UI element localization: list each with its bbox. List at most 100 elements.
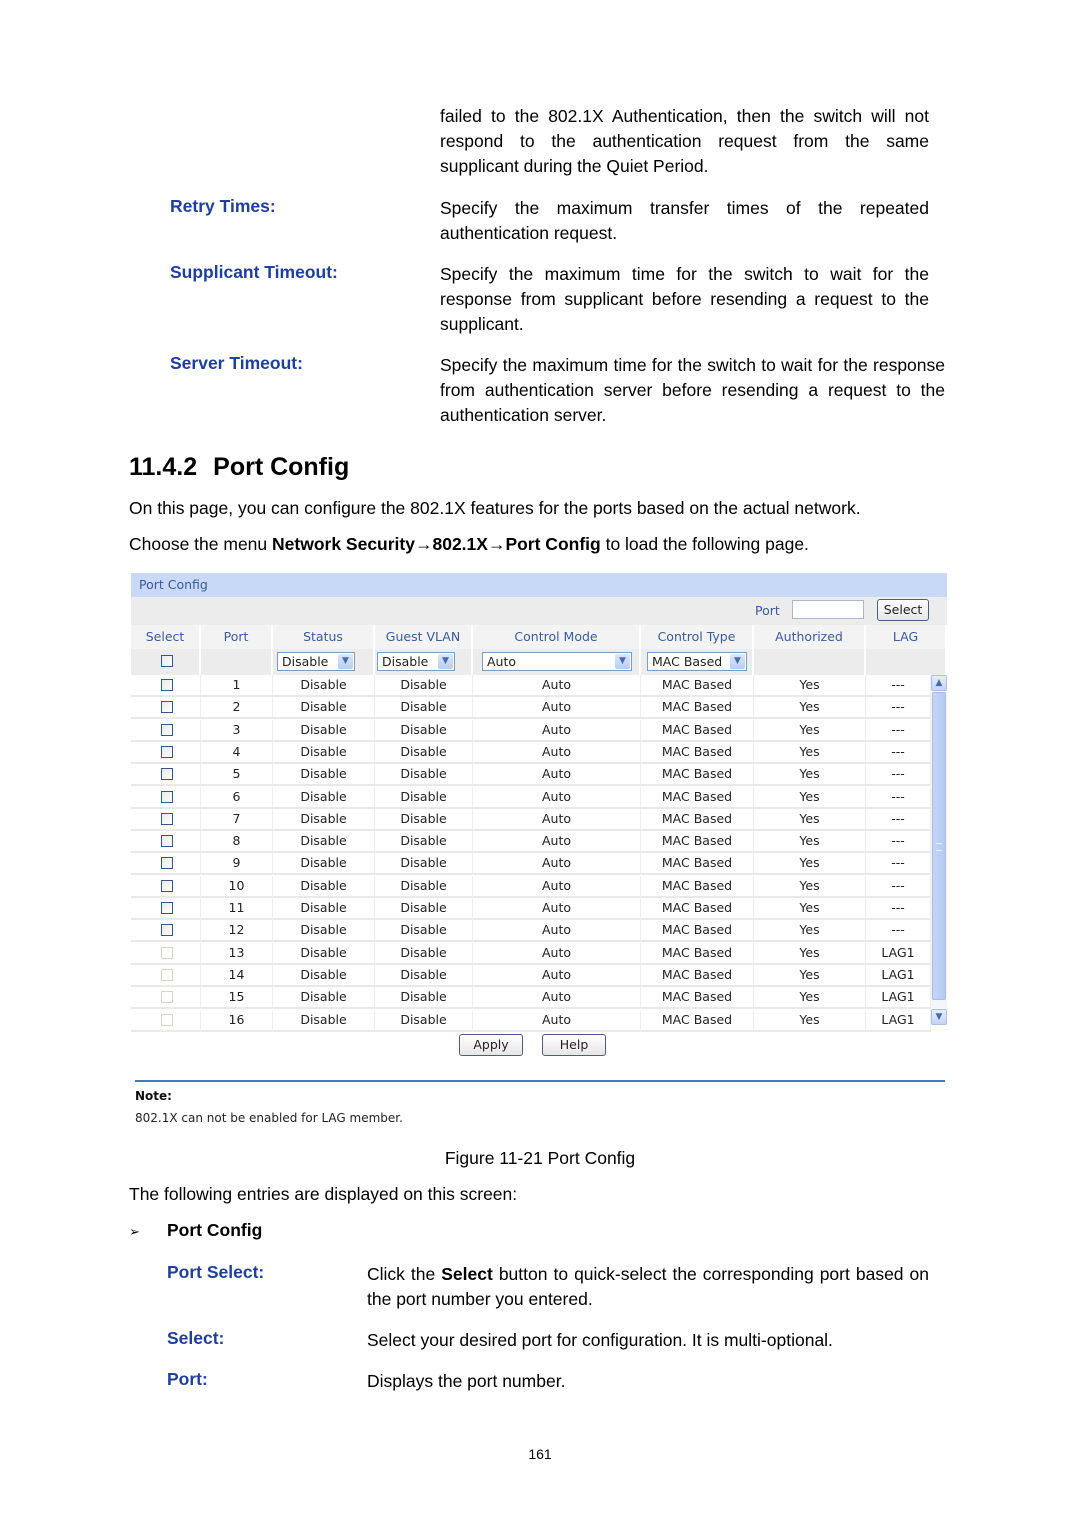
row-select-checkbox[interactable] — [161, 679, 173, 691]
authorized-cell: Yes — [754, 675, 866, 695]
table-row: 1 Disable Disable Auto MAC Based Yes --- — [131, 675, 931, 697]
row-select-checkbox — [161, 991, 173, 1004]
port-config-screenshot: Port Config Port Select Select Port Stat… — [131, 573, 947, 1133]
control-mode-dropdown[interactable]: Auto ▼ — [482, 652, 632, 671]
row-select-checkbox[interactable] — [161, 723, 173, 736]
status-cell: Disable — [273, 1009, 375, 1030]
panel-title: Port Config — [131, 573, 947, 597]
authorized-cell: Yes — [754, 741, 866, 762]
port-cell: 6 — [201, 786, 273, 807]
port-cell: 5 — [201, 764, 273, 785]
port-input[interactable] — [792, 600, 864, 619]
port-cell: 2 — [201, 697, 273, 718]
figure-caption: Figure 11-21 Port Config — [444, 1148, 636, 1168]
row-select-checkbox[interactable] — [161, 790, 173, 803]
col-header-status: Status — [273, 625, 375, 649]
table-row: 3 Disable Disable Auto MAC Based Yes --- — [131, 719, 931, 742]
row-select-checkbox[interactable] — [161, 835, 173, 848]
control-mode-cell: Auto — [473, 808, 641, 829]
status-cell: Disable — [273, 764, 375, 785]
port-cell: 11 — [201, 898, 273, 918]
table-row: 9 Disable Disable Auto MAC Based Yes --- — [131, 853, 931, 876]
row-select-checkbox[interactable] — [161, 857, 173, 870]
control-type-cell: MAC Based — [641, 987, 754, 1008]
section-number: 11.4.2 — [129, 453, 198, 481]
select-cell — [131, 898, 201, 918]
lag-cell: --- — [866, 675, 931, 695]
col-header-control-mode: Control Mode — [473, 625, 641, 649]
subsection-heading: ➢ Port Config — [129, 1218, 262, 1244]
lag-cell: LAG1 — [866, 1009, 931, 1030]
status-cell: Disable — [273, 920, 375, 941]
subsection-title: Port Config — [167, 1220, 263, 1240]
row-select-checkbox[interactable] — [161, 768, 173, 781]
port-cell: 14 — [201, 964, 273, 985]
row-select-checkbox[interactable] — [161, 745, 173, 758]
param-desc-supplicant-timeout: Specify the maximum time for the switch … — [440, 264, 929, 334]
control-mode-cell: Auto — [473, 853, 641, 874]
table-scrollbar[interactable]: ▲ ▼ — [931, 675, 947, 1025]
section-heading: 11.4.2 Port Config — [129, 453, 349, 482]
select-cell — [131, 786, 201, 807]
status-cell: Disable — [273, 898, 375, 918]
port-cell: 8 — [201, 831, 273, 852]
select-cell — [131, 942, 201, 963]
param-term-supplicant-timeout: Supplicant Timeout: — [170, 262, 338, 282]
guest-vlan-cell: Disable — [375, 1009, 473, 1030]
table-row: 6 Disable Disable Auto MAC Based Yes --- — [131, 786, 931, 809]
scroll-down-icon[interactable]: ▼ — [931, 1009, 947, 1025]
guest-vlan-dropdown[interactable]: Disable ▼ — [377, 652, 455, 671]
scroll-up-icon[interactable]: ▲ — [931, 675, 947, 691]
status-cell: Disable — [273, 987, 375, 1008]
table-row: 15 Disable Disable Auto MAC Based Yes LAG1 — [131, 987, 931, 1010]
help-button[interactable]: Help — [542, 1034, 606, 1056]
control-type-cell: MAC Based — [641, 764, 754, 785]
table-row: 13 Disable Disable Auto MAC Based Yes LAG1 — [131, 942, 931, 965]
lag-cell: --- — [866, 853, 931, 874]
status-cell: Disable — [273, 875, 375, 896]
row-select-checkbox — [161, 1013, 173, 1026]
row-select-checkbox[interactable] — [161, 812, 173, 825]
port-cell: 13 — [201, 942, 273, 963]
guest-vlan-cell: Disable — [375, 831, 473, 852]
row-select-checkbox[interactable] — [161, 701, 173, 714]
section-intro: On this page, you can configure the 802.… — [129, 498, 861, 518]
status-cell: Disable — [273, 831, 375, 852]
chevron-down-icon: ▼ — [338, 654, 353, 669]
col-header-guest-vlan: Guest VLAN — [375, 625, 473, 649]
control-mode-cell: Auto — [473, 831, 641, 852]
control-type-cell: MAC Based — [641, 875, 754, 896]
port-cell: 7 — [201, 808, 273, 829]
control-mode-cell: Auto — [473, 964, 641, 985]
port-label: Port — [755, 603, 780, 618]
scroll-thumb[interactable] — [932, 692, 946, 1000]
apply-button[interactable]: Apply — [459, 1034, 523, 1056]
lag-cell: --- — [866, 741, 931, 762]
select-button[interactable]: Select — [877, 599, 929, 621]
port-cell: 9 — [201, 853, 273, 874]
control-mode-cell: Auto — [473, 675, 641, 695]
guest-vlan-cell: Disable — [375, 719, 473, 740]
control-mode-cell: Auto — [473, 920, 641, 941]
row-select-checkbox — [161, 968, 173, 981]
status-dropdown[interactable]: Disable ▼ — [277, 652, 355, 671]
row-select-checkbox[interactable] — [161, 924, 173, 937]
authorized-cell: Yes — [754, 898, 866, 918]
select-cell — [131, 853, 201, 874]
status-cell: Disable — [273, 853, 375, 874]
param-desc-retry-times: Specify the maximum transfer times of th… — [440, 198, 929, 243]
guest-vlan-cell: Disable — [375, 898, 473, 918]
select-all-checkbox[interactable] — [161, 655, 173, 667]
row-select-checkbox[interactable] — [161, 879, 173, 892]
page-number: 161 — [528, 1446, 552, 1462]
control-type-dropdown[interactable]: MAC Based ▼ — [647, 652, 747, 671]
row-select-checkbox[interactable] — [161, 902, 173, 914]
status-cell: Disable — [273, 741, 375, 762]
authorized-cell: Yes — [754, 697, 866, 718]
guest-vlan-cell: Disable — [375, 853, 473, 874]
guest-vlan-cell: Disable — [375, 920, 473, 941]
note-title: Note: — [135, 1089, 172, 1103]
port-cell: 4 — [201, 741, 273, 762]
section-title: Port Config — [213, 453, 350, 481]
col-header-port: Port — [201, 625, 273, 649]
